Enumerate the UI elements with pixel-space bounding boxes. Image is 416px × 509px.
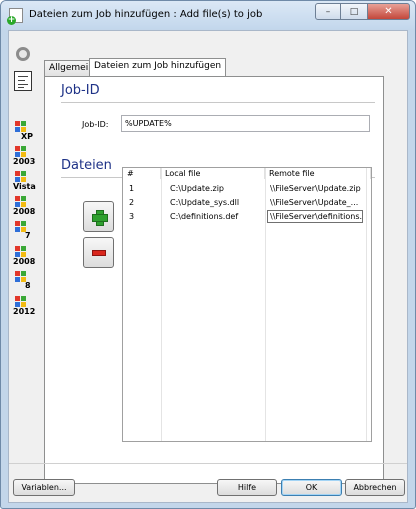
column-header-index[interactable]: #: [123, 168, 161, 179]
os-label: Vista: [13, 182, 36, 191]
os-item-vista[interactable]: Vista: [11, 169, 37, 193]
app-icon: +: [7, 8, 23, 25]
document-icon: [14, 71, 32, 91]
tab-add-files[interactable]: Dateien zum Job hinzufügen: [89, 58, 227, 76]
row-local-file[interactable]: C:\Update_sys.dll: [164, 196, 264, 210]
section-divider: [61, 102, 375, 103]
close-icon: ✕: [384, 6, 393, 17]
remove-file-button[interactable]: [83, 237, 114, 268]
os-item-2008[interactable]: 2008: [11, 194, 37, 218]
column-header-remote-file[interactable]: Remote file: [265, 168, 371, 179]
job-id-label: Job-ID:: [82, 120, 109, 129]
toolbar-item-files[interactable]: [11, 71, 37, 93]
os-label: 7: [25, 231, 31, 240]
row-remote-file-editing[interactable]: \\FileServer\definitions.: [267, 210, 363, 223]
minus-icon: [91, 249, 106, 256]
row-remote-file[interactable]: \\FileServer\Update_...: [268, 196, 371, 210]
minimize-button[interactable]: –: [315, 3, 341, 20]
files-section-title: Dateien: [61, 158, 112, 173]
toolbar-item-general[interactable]: [11, 47, 37, 69]
files-table[interactable]: # Local file Remote file 1 C:\Update.zip…: [122, 167, 372, 442]
os-item-7[interactable]: 7: [11, 219, 37, 243]
os-item-2003[interactable]: 2003: [11, 144, 37, 168]
maximize-button[interactable]: □: [341, 3, 367, 20]
row-remote-file[interactable]: \\FileServer\Update.zip: [268, 182, 371, 196]
minimize-icon: –: [325, 6, 331, 17]
os-item-xp[interactable]: XP: [11, 119, 37, 143]
maximize-icon: □: [349, 6, 359, 17]
row-local-file[interactable]: C:\Update.zip: [164, 182, 264, 196]
add-file-button[interactable]: [83, 201, 114, 232]
ok-button[interactable]: OK: [281, 479, 342, 496]
footer-divider: [9, 463, 407, 464]
window-controls: – □ ✕: [315, 3, 410, 20]
job-id-section-title: Job-ID: [61, 83, 100, 98]
table-row[interactable]: 1 C:\Update.zip \\FileServer\Update.zip: [123, 182, 371, 196]
dialog-window: + Dateien zum Job hinzufügen : Add file(…: [0, 0, 416, 509]
table-row[interactable]: 3 C:\definitions.def \\FileServer\defini…: [123, 210, 371, 224]
row-index: 3: [129, 212, 135, 221]
os-label: 2008: [13, 207, 36, 216]
variables-button[interactable]: Variablen...: [13, 479, 75, 496]
os-item-2008r2[interactable]: 2008: [11, 244, 37, 268]
help-button[interactable]: Hilfe: [217, 479, 277, 496]
title-bar[interactable]: + Dateien zum Job hinzufügen : Add file(…: [1, 1, 415, 29]
close-button[interactable]: ✕: [367, 3, 410, 20]
dialog-client-area: XP 2003 Vista 2008 7 2008 8 2012 Allgeme…: [8, 30, 408, 503]
cancel-button[interactable]: Abbrechen: [345, 479, 405, 496]
column-header-local-file[interactable]: Local file: [161, 168, 265, 179]
os-label: XP: [21, 132, 34, 141]
os-label: 2008: [13, 257, 36, 266]
window-title: Dateien zum Job hinzufügen : Add file(s)…: [29, 9, 263, 20]
os-label: 2003: [13, 157, 36, 166]
job-id-input[interactable]: [121, 115, 370, 132]
os-item-2012[interactable]: 2012: [11, 294, 37, 318]
plus-icon: [91, 209, 108, 226]
row-local-file[interactable]: C:\definitions.def: [164, 210, 264, 224]
row-index: 2: [129, 198, 135, 207]
os-item-8[interactable]: 8: [11, 269, 37, 293]
row-index: 1: [129, 184, 135, 193]
os-label: 2012: [13, 307, 36, 316]
table-row[interactable]: 2 C:\Update_sys.dll \\FileServer\Update_…: [123, 196, 371, 210]
settings-circle-icon: [16, 47, 30, 61]
os-label: 8: [25, 281, 31, 290]
